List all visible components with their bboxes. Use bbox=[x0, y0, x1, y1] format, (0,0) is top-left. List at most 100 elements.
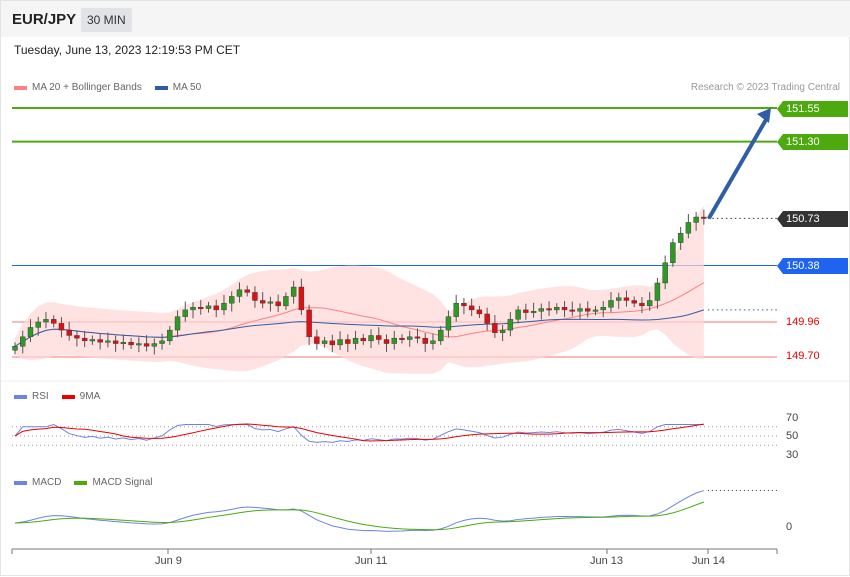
candle-body bbox=[298, 286, 305, 311]
candle-body bbox=[229, 296, 235, 304]
current-price-tag: 150.73 bbox=[777, 211, 848, 227]
candle-body bbox=[314, 336, 320, 344]
candle-body bbox=[337, 339, 343, 346]
candle-body bbox=[468, 305, 475, 311]
candle-body bbox=[608, 300, 614, 308]
forecast-arrow bbox=[707, 116, 769, 220]
candle-body bbox=[368, 335, 374, 342]
x-label-jun9: Jun 9 bbox=[155, 555, 182, 567]
candle-body bbox=[89, 339, 96, 342]
candle-body bbox=[538, 308, 545, 312]
candle-body bbox=[445, 316, 452, 331]
candle-body bbox=[623, 297, 630, 301]
candle-body bbox=[360, 337, 366, 342]
candle-body bbox=[244, 289, 250, 293]
candle-body bbox=[523, 309, 529, 313]
candle-body bbox=[492, 323, 498, 333]
target-1-tag: 151.30 bbox=[777, 134, 848, 150]
candle-body bbox=[546, 308, 552, 311]
candle-body bbox=[321, 340, 328, 344]
candle-body bbox=[236, 289, 243, 297]
candle-body bbox=[213, 305, 219, 311]
candle-body bbox=[252, 292, 258, 301]
x-label-jun11: Jun 11 bbox=[355, 555, 388, 567]
bollinger-band bbox=[15, 205, 704, 374]
candle-body bbox=[507, 319, 514, 331]
candle-body bbox=[662, 262, 668, 284]
candle-body bbox=[670, 242, 676, 263]
candle-body bbox=[275, 301, 281, 307]
candle-body bbox=[453, 302, 459, 317]
candle-body bbox=[499, 329, 506, 333]
candle-body bbox=[654, 282, 661, 301]
x-label-jun14: Jun 14 bbox=[692, 555, 726, 567]
candle-body bbox=[461, 302, 467, 307]
candle-body bbox=[352, 337, 359, 344]
candle-body bbox=[159, 340, 165, 344]
candle-body bbox=[283, 296, 289, 307]
macd-signal-line bbox=[14, 501, 705, 531]
candle-body bbox=[221, 302, 227, 311]
candle-body bbox=[391, 337, 397, 344]
candle-body bbox=[120, 342, 127, 344]
candle-body bbox=[407, 336, 413, 340]
candle-body bbox=[554, 307, 560, 311]
candle-body bbox=[585, 308, 591, 312]
candle-body bbox=[306, 309, 312, 338]
candle-body bbox=[422, 337, 428, 344]
candle-body bbox=[600, 307, 606, 311]
candle-body bbox=[438, 329, 444, 342]
rsi-50-label: 50 bbox=[786, 430, 799, 442]
candle-body bbox=[329, 340, 336, 346]
macd-zero-label: 0 bbox=[786, 521, 793, 533]
candle-body bbox=[515, 309, 521, 320]
target-2-tag: 151.55 bbox=[777, 101, 848, 117]
candle-body bbox=[484, 313, 490, 324]
candle-body bbox=[561, 307, 568, 311]
candle-body bbox=[646, 300, 653, 307]
candle-body bbox=[685, 222, 692, 234]
candle-body bbox=[430, 340, 436, 344]
candle-body bbox=[174, 316, 181, 331]
pivot-tag: 150.38 bbox=[777, 258, 848, 274]
macd-line bbox=[14, 490, 705, 532]
candle-body bbox=[105, 340, 111, 343]
candle-body bbox=[616, 297, 622, 301]
rsi-30-label: 30 bbox=[786, 449, 799, 461]
candle-body bbox=[35, 321, 41, 328]
candle-body bbox=[81, 337, 88, 342]
candle-body bbox=[530, 311, 537, 313]
candle-body bbox=[20, 336, 26, 347]
candle-body bbox=[267, 301, 274, 304]
candle-body bbox=[12, 346, 18, 351]
candle-body bbox=[577, 308, 583, 312]
candle-body bbox=[677, 232, 684, 243]
candle-body bbox=[167, 329, 173, 342]
candle-body bbox=[631, 300, 637, 304]
candle-body bbox=[259, 300, 266, 304]
candle-body bbox=[182, 309, 188, 317]
candle-body bbox=[136, 343, 142, 346]
support-2-label: 149.70 bbox=[786, 350, 820, 362]
candle-body bbox=[198, 307, 204, 309]
candle-body bbox=[43, 319, 49, 323]
candle-body bbox=[66, 329, 72, 336]
candle-body bbox=[639, 302, 645, 307]
candle-body bbox=[74, 335, 80, 339]
candle-body bbox=[569, 309, 575, 312]
candle-body bbox=[345, 339, 351, 344]
candle-body bbox=[112, 340, 119, 344]
candle-body bbox=[128, 342, 134, 346]
price-chart[interactable] bbox=[1, 1, 850, 577]
candle-body bbox=[376, 335, 382, 340]
candle-body bbox=[58, 323, 65, 331]
candle-body bbox=[151, 343, 158, 347]
candle-body bbox=[592, 309, 599, 312]
candle-body bbox=[97, 339, 103, 343]
candle-body bbox=[701, 216, 707, 219]
candle-body bbox=[414, 336, 421, 339]
candle-body bbox=[383, 339, 390, 344]
candle-body bbox=[27, 327, 34, 338]
candle-body bbox=[693, 216, 699, 223]
x-label-jun13: Jun 13 bbox=[590, 555, 624, 567]
